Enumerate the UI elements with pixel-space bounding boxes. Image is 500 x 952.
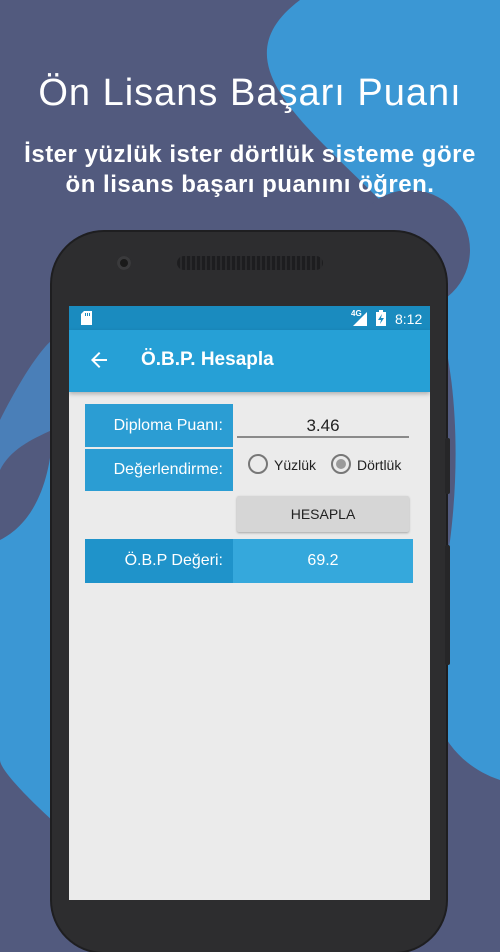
result-label: Ö.B.P Değeri: [85, 539, 233, 583]
earpiece-speaker [177, 256, 323, 270]
calculate-button[interactable]: HESAPLA [237, 496, 409, 532]
result-value: 69.2 [233, 539, 413, 583]
radio-dortluk-label[interactable]: Dörtlük [357, 457, 401, 473]
phone-screen: 4G 8:12 Ö.B.P. Hesapla Diploma Puanı: 3.… [69, 306, 430, 900]
app-bar: Ö.B.P. Hesapla [69, 330, 430, 392]
evaluation-label: Değerlendirme: [85, 449, 233, 491]
phone-volume-button [445, 545, 450, 665]
radio-yuzluk[interactable] [248, 454, 268, 474]
promo-title: Ön Lisans Başarı Puanı [38, 72, 462, 114]
promo-subtitle-line-2: ön lisans başarı puanını öğren. [65, 171, 435, 198]
front-camera [117, 256, 131, 270]
promo-subtitle-line-1: İster yüzlük ister dörtlük sisteme göre [24, 141, 476, 168]
app-title: Ö.B.P. Hesapla [141, 349, 274, 370]
diploma-label: Diploma Puanı: [85, 404, 233, 447]
radio-dortluk[interactable] [331, 454, 351, 474]
sd-card-icon [81, 311, 92, 325]
battery-charging-icon [376, 310, 386, 326]
radio-selected-dot [336, 459, 346, 469]
result-row: Ö.B.P Değeri: 69.2 [85, 539, 413, 583]
promo-subtitle: İster yüzlük ister dörtlük sisteme göre … [0, 140, 500, 200]
arrow-back-icon[interactable] [87, 348, 111, 372]
signal-icon [353, 312, 367, 326]
phone-power-button [445, 438, 450, 494]
radio-yuzluk-label[interactable]: Yüzlük [274, 457, 316, 473]
diploma-input-underline [237, 436, 409, 438]
diploma-input[interactable]: 3.46 [237, 416, 409, 436]
status-time: 8:12 [395, 311, 423, 327]
status-bar: 4G 8:12 [69, 306, 430, 330]
